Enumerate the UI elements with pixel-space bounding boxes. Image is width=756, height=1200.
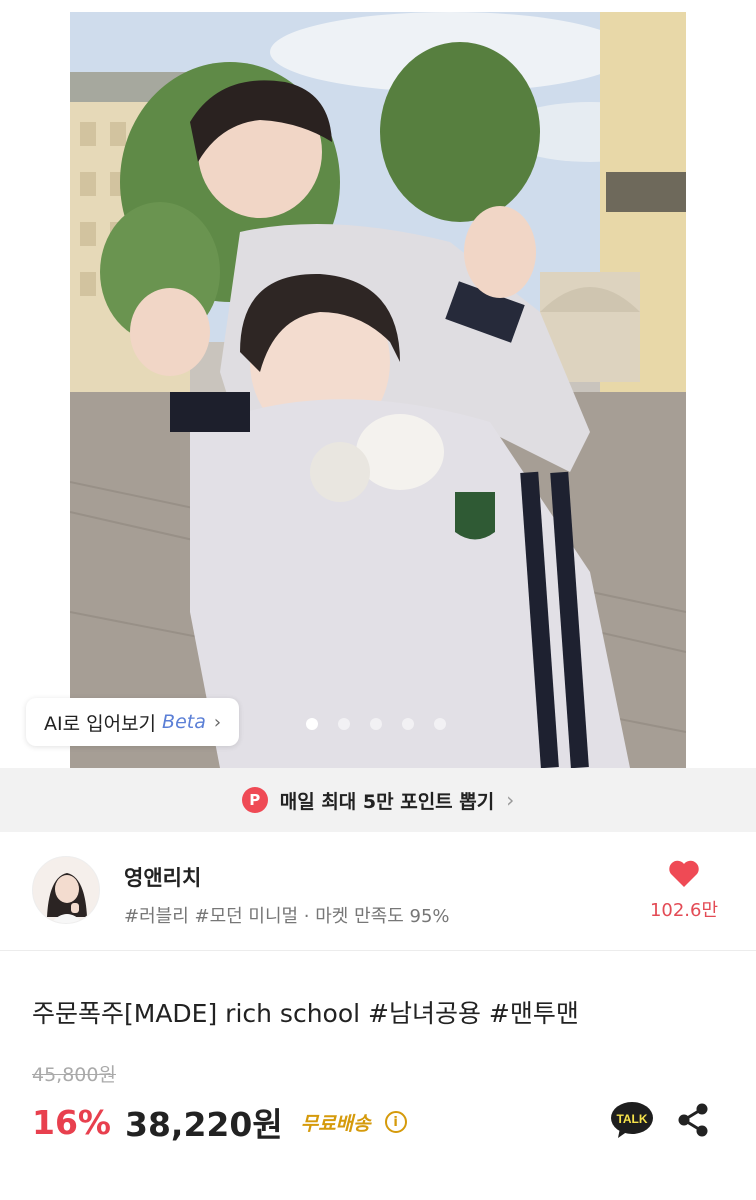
shop-avatar-image — [33, 857, 99, 923]
chevron-right-icon: › — [506, 788, 515, 812]
points-promo-banner[interactable]: P 매일 최대 5만 포인트 뽑기 › — [0, 768, 756, 832]
ai-try-on-button[interactable]: AI로 입어보기 Beta › — [26, 698, 240, 746]
price-row: 16% 38,220원 무료배송 i — [32, 1098, 407, 1146]
discount-rate: 16% — [32, 1102, 111, 1142]
promo-text: 매일 최대 5만 포인트 뽑기 — [279, 790, 495, 813]
divider — [0, 950, 756, 951]
chevron-right-icon: › — [213, 711, 222, 733]
info-icon[interactable]: i — [384, 1111, 407, 1133]
heart-icon — [669, 860, 699, 887]
pagination-dot[interactable] — [306, 718, 318, 730]
pagination-dot[interactable] — [434, 718, 446, 730]
pagination-dot[interactable] — [402, 718, 414, 730]
product-photo[interactable] — [70, 12, 686, 768]
ai-try-on-label: AI로 입어보기 — [44, 712, 157, 735]
talk-icon: TALK — [611, 1102, 653, 1138]
shop-tags: #러블리 #모던 미니멀 · 마켓 만족도 95% — [124, 906, 450, 927]
pagination-dot[interactable] — [370, 718, 382, 730]
shop-info[interactable]: 영앤리치 #러블리 #모던 미니멀 · 마켓 만족도 95% 102.6만 — [0, 832, 756, 950]
like-button[interactable]: 102.6만 — [644, 860, 724, 922]
sale-price: 38,220원 — [125, 1105, 283, 1144]
kakao-talk-button[interactable]: TALK — [610, 1100, 654, 1140]
original-price: 45,800원 — [32, 1064, 116, 1086]
shop-avatar[interactable] — [32, 856, 100, 924]
points-icon: P — [241, 787, 268, 813]
talk-label: TALK — [616, 1112, 647, 1126]
pagination-dot[interactable] — [338, 718, 350, 730]
product-title: 주문폭주[MADE] rich school #남녀공용 #맨투맨 — [32, 999, 579, 1028]
product-photo-image — [70, 12, 686, 768]
gallery-pagination — [306, 718, 446, 730]
like-count: 102.6만 — [649, 900, 719, 921]
beta-label: Beta — [162, 711, 206, 733]
free-shipping-label: 무료배송 — [300, 1112, 371, 1135]
share-icon — [678, 1103, 708, 1137]
shop-name[interactable]: 영앤리치 — [124, 862, 201, 892]
product-gallery[interactable]: AI로 입어보기 Beta › — [0, 0, 756, 768]
share-button[interactable] — [676, 1102, 710, 1138]
